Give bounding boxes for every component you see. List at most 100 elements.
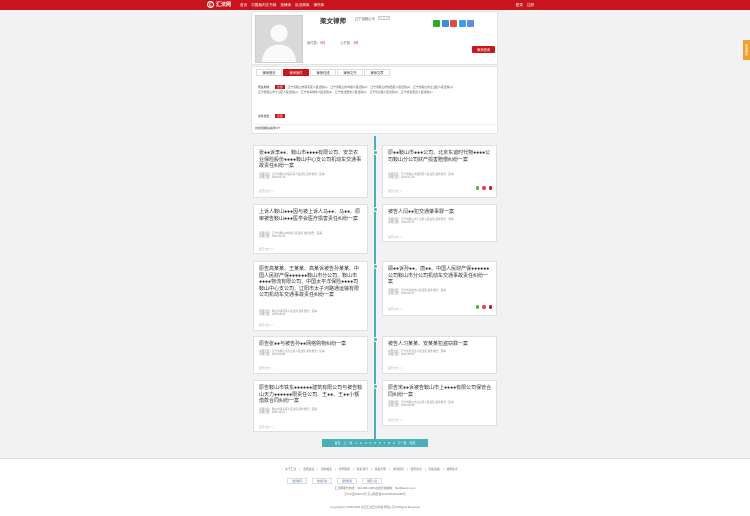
expand-link[interactable]: 展开全文 >> [388, 418, 402, 422]
case-title[interactable]: 原●●鞍山市●●●公司、北京东谊时代物●●●●公司鞍山分公司财产损害赔偿纠纷一案 [388, 150, 492, 163]
region-option[interactable]: 辽宁省鞍山市千山区人民法院(1) [258, 90, 298, 94]
lawyer-profile-card: 梁文律师 辽宁省鞍山市 案件数：9件 公开数：9件 律师咨询 [251, 11, 498, 65]
case-title[interactable]: 张●●诉李●●、鞍山市●●●●有限公司、安华农业保险股份●●●●鞍山中心支公司机… [259, 150, 363, 170]
site-logo[interactable]: 汇 汇法网 [207, 1, 231, 8]
more-share-icon[interactable] [467, 20, 474, 27]
consult-side-tab[interactable]: 咨询服务 [743, 40, 750, 60]
region-option[interactable]: 辽宁省高级人民法院(1) [370, 90, 399, 94]
case-title[interactable]: 原告宋●●诉被告鞍山市上●●●●有限公司保管合同纠纷一案 [388, 385, 492, 398]
page-number[interactable]: 9 [393, 441, 395, 445]
case-date: 审理日期：2016-03-11 [259, 235, 286, 239]
case-type: 案件类型：民事 [298, 408, 317, 411]
case-title[interactable]: 原告张●●与被告孙●●网络购物纠纷一案 [259, 341, 363, 348]
case-card[interactable]: 原告高某某、王某某、高某诉被告孙某某、中国人民财产保●●●●●●鞍山市分公司、鞍… [253, 261, 368, 331]
page-number[interactable]: 1 [355, 441, 357, 445]
case-title[interactable]: 原告高某某、王某某、高某诉被告孙某某、中国人民财产保●●●●●●鞍山市分公司、鞍… [259, 266, 363, 299]
case-title[interactable]: 被告人闫●●犯交通肇事罪一案 [388, 209, 492, 216]
footer-badge[interactable]: 案例检索 [337, 478, 357, 484]
page-first[interactable]: 首页 [334, 441, 340, 445]
like-icon[interactable] [475, 186, 479, 190]
expand-link[interactable]: 展开全文 >> [388, 189, 402, 193]
consult-button[interactable]: 律师咨询 [472, 46, 495, 53]
nav-home[interactable]: 首页 [240, 3, 247, 8]
collect-icon[interactable] [482, 305, 486, 309]
case-card[interactable]: 原●●鞍山市●●●公司、北京东谊时代物●●●●公司鞍山分公司财产损害赔偿纠纷一案… [382, 145, 497, 198]
expand-link[interactable]: 展开全文 >> [388, 235, 402, 239]
footer-link[interactable]: 隐私政策 [429, 467, 440, 471]
footer-link[interactable]: 联系我们 [357, 467, 368, 471]
region-option[interactable]: 辽宁省鞍山市铁东区人民法院(1) [288, 85, 328, 89]
case-date: 审理日期：2016-08-08 [259, 353, 286, 357]
case-card[interactable]: 原告鞍山市铁东●●●●●●建筑有限公司与被告鞍山天力●●●●●●限责任公司、王●… [253, 380, 368, 432]
region-option[interactable]: 辽宁省鞍山市立山区人民法院(1) [413, 85, 453, 89]
case-card[interactable]: 被告人闫●●犯交通肇事罪一案 审理法院：辽宁省鞍山市千山区人民法院 案件类型：刑… [382, 204, 497, 242]
tab-documents[interactable]: 律师文书 [337, 69, 363, 76]
page-number[interactable]: 7 [384, 441, 386, 445]
case-card[interactable]: 张●●诉李●●、鞍山市●●●●有限公司、安华农业保险股份●●●●鞍山中心支公司机… [253, 145, 368, 198]
page-number[interactable]: 8 [388, 441, 390, 445]
footer-badge[interactable]: 法律顾问 [287, 478, 307, 484]
region-all[interactable]: 全部 [275, 85, 285, 89]
tab-articles[interactable]: 律师文章 [364, 69, 390, 76]
expand-link[interactable]: 展开全文 >> [259, 247, 273, 251]
footer-link[interactable]: 律师联盟 [339, 467, 350, 471]
expand-link[interactable]: 展开全文 >> [259, 189, 273, 193]
footer-link[interactable]: 法律顾问 [393, 467, 404, 471]
case-card[interactable]: 上诉人鞍山●●●因与被上诉人马●●、马●●、原审被告鞍山●●●医学会医疗损害责任… [253, 204, 368, 254]
page-number[interactable]: 6 [379, 441, 381, 445]
footer-link[interactable]: 法规速递 [303, 467, 314, 471]
region-option[interactable]: 辽宁省鞍山市铁西区人民法院(1) [370, 85, 410, 89]
tab-online[interactable]: 律师在线 [310, 69, 336, 76]
case-title[interactable]: 上诉人鞍山●●●因与被上诉人马●●、马●●、原审被告鞍山●●●医学会医疗损害责任… [259, 209, 363, 222]
footer-badge[interactable]: 律所入驻 [362, 478, 382, 484]
tab-home[interactable]: 律师首页 [256, 69, 282, 76]
region-option[interactable]: 辽宁省海城市人民法院(1) [301, 90, 332, 94]
footer-badge[interactable]: 在线咨询 [312, 478, 332, 484]
nav-lawfirms[interactable]: 律所库 [314, 3, 325, 8]
nav-civil-code[interactable]: 民法典库 [295, 3, 309, 8]
login-link[interactable]: 登录 [516, 3, 523, 8]
footer-link[interactable]: 服务协议 [411, 467, 422, 471]
register-link[interactable]: 注册 [527, 3, 534, 8]
like-icon[interactable] [475, 305, 479, 309]
nav-find-lawyer[interactable]: 找律师 [280, 3, 291, 8]
type-all[interactable]: 全部 [275, 114, 285, 118]
heart-icon[interactable] [488, 305, 492, 309]
footer-link[interactable]: 诚聘英才 [446, 467, 457, 471]
expand-link[interactable]: 展开全文 >> [259, 323, 273, 327]
page-last[interactable]: 尾页 [410, 441, 416, 445]
case-title[interactable]: 原告鞍山市铁东●●●●●●建筑有限公司与被告鞍山天力●●●●●●限责任公司、王●… [259, 385, 363, 405]
collect-icon[interactable] [482, 186, 486, 190]
qq-share-icon[interactable] [458, 20, 466, 27]
expand-link[interactable]: 展开全文 >> [388, 366, 402, 370]
expand-link[interactable]: 展开全文 >> [388, 307, 402, 311]
case-title[interactable]: 被告人习某某、安某某犯盗窃罪一案 [388, 341, 492, 348]
weibo-share-icon[interactable] [450, 20, 457, 27]
page-number[interactable]: 2 [360, 441, 362, 445]
tab-cases[interactable]: 律师案件 [283, 69, 309, 76]
profile-tabs: 律师首页 律师案件 律师在线 律师文书 律师文章 [256, 69, 390, 76]
case-card[interactable]: 原告张●●与被告孙●●网络购物纠纷一案 审理法院：辽宁省鞍山市立山区人民法院 案… [253, 336, 368, 374]
heart-icon[interactable] [488, 186, 492, 190]
wechat-share-icon[interactable] [433, 20, 440, 27]
type-filter: 案件类型： 全部 [258, 114, 490, 118]
footer-link[interactable]: 招纳精英 [321, 467, 332, 471]
region-option[interactable]: 辽宁省鞍山市中级人民法院(2) [330, 85, 367, 89]
page-number[interactable]: 4 [369, 441, 371, 445]
expand-link[interactable]: 展开全文 >> [259, 425, 273, 429]
region-option[interactable]: 辽宁省沈阳市人民法院(1) [335, 90, 366, 94]
qzone-share-icon[interactable] [441, 20, 449, 27]
footer-link[interactable]: 版权声明 [375, 467, 386, 471]
nav-judgments[interactable]: 中国裁判文书网 [251, 3, 276, 8]
case-card[interactable]: 顾●●诉孙●●、唐●●、中国人民财产保●●●●●●公司鞍山市分公司机动车交通事故… [382, 261, 497, 316]
region-option[interactable]: 辽宁省台安县人民法院(1) [401, 90, 432, 94]
page-number[interactable]: 5 [374, 441, 376, 445]
expand-link[interactable]: 展开全文 >> [259, 366, 273, 370]
page-prev[interactable]: 上一页 [343, 441, 352, 445]
page-number[interactable]: 3 [365, 441, 367, 445]
case-card[interactable]: 原告宋●●诉被告鞍山市上●●●●有限公司保管合同纠纷一案 审理法院：辽宁省鞍山市… [382, 380, 497, 426]
case-title[interactable]: 顾●●诉孙●●、唐●●、中国人民财产保●●●●●●公司鞍山市分公司机动车交通事故… [388, 266, 492, 286]
case-card[interactable]: 被告人习某某、安某某犯盗窃罪一案 审理法院：辽宁省台安县人民法院 案件类型：刑事… [382, 336, 497, 374]
page-next[interactable]: 下一页 [398, 441, 407, 445]
footer-link[interactable]: 关于汇法 [285, 467, 296, 471]
